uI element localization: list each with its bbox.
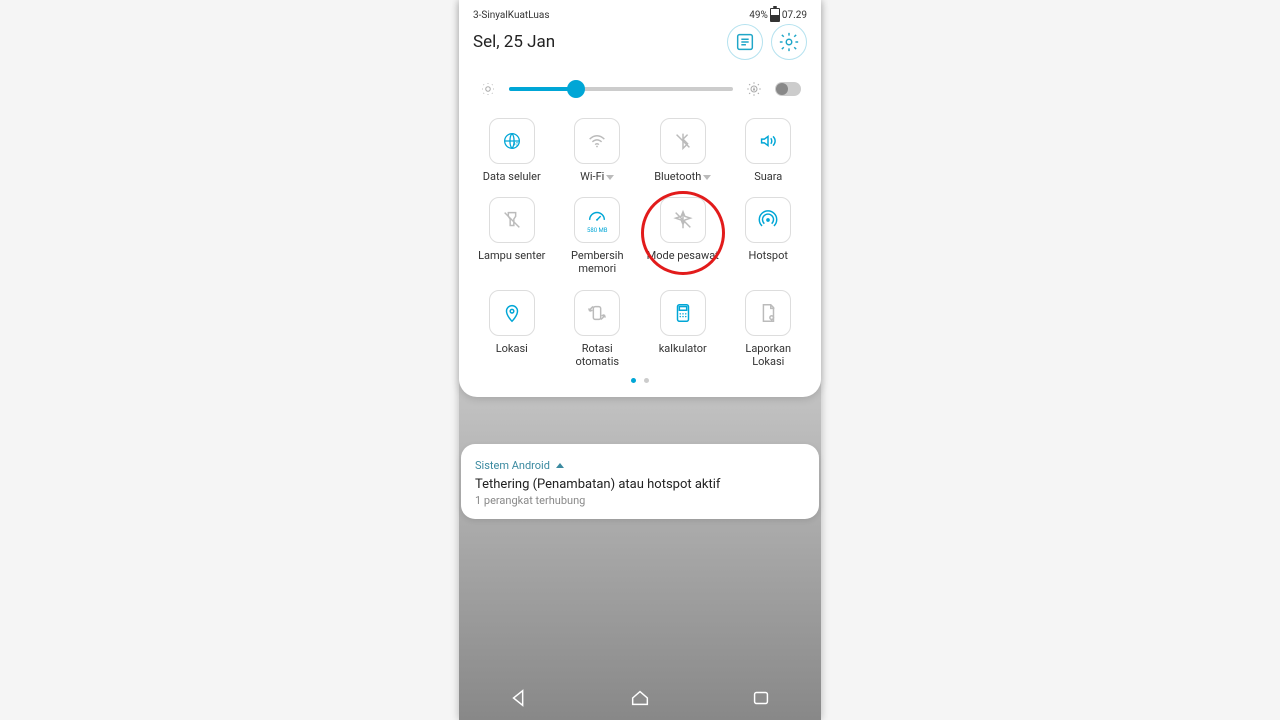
docpin-icon (757, 302, 779, 324)
globe-icon: 4G (501, 130, 523, 152)
recent-icon[interactable] (750, 687, 772, 709)
date-label: Sel, 25 Jan (473, 32, 555, 52)
airplane-icon (672, 209, 694, 231)
tile-button-bluetooth[interactable] (660, 118, 706, 164)
brightness-row (459, 60, 821, 108)
bluetooth-off-icon (672, 130, 694, 152)
status-bar: 3-SinyalKuatLuas 49% 07.29 (459, 6, 821, 22)
tile-label-bluetooth: Bluetooth (654, 170, 711, 183)
tile-sound[interactable]: Suara (726, 118, 812, 183)
settings-button[interactable] (771, 24, 807, 60)
clock: 07.29 (782, 10, 807, 21)
tile-subtext-memclean: 580 MB (587, 227, 608, 234)
chevron-down-icon[interactable] (703, 175, 711, 180)
tile-label-flashlight: Lampu senter (478, 249, 545, 262)
navigation-bar (459, 676, 821, 720)
brightness-slider-thumb[interactable] (567, 80, 585, 98)
gear-icon (778, 31, 800, 53)
battery-percent: 49% (749, 10, 768, 21)
edit-icon (734, 31, 756, 53)
hotspot-icon (757, 209, 779, 231)
tile-button-hotspot[interactable] (745, 197, 791, 243)
tile-airplane[interactable]: Mode pesawat (640, 197, 726, 275)
svg-text:4G: 4G (513, 142, 519, 148)
tile-bluetooth[interactable]: Bluetooth (640, 118, 726, 183)
chevron-down-icon[interactable] (606, 175, 614, 180)
auto-brightness-icon (745, 80, 763, 98)
tile-label-airplane: Mode pesawat (647, 249, 719, 262)
notification-subtitle: 1 perangkat terhubung (475, 494, 805, 507)
tile-button-memclean[interactable]: 580 MB (574, 197, 620, 243)
tile-button-autorotate[interactable] (574, 290, 620, 336)
tile-label-sound: Suara (754, 170, 782, 183)
tile-button-flashlight[interactable] (489, 197, 535, 243)
tile-reportloc[interactable]: Laporkan Lokasi (726, 290, 812, 368)
tile-label-memclean: Pembersih memori (560, 249, 634, 275)
page-dot-1[interactable] (631, 378, 636, 383)
tile-location[interactable]: Lokasi (469, 290, 555, 368)
tile-autorotate[interactable]: Rotasi otomatis (555, 290, 641, 368)
tile-wifi[interactable]: Wi-Fi (555, 118, 641, 183)
tile-button-sound[interactable] (745, 118, 791, 164)
tile-button-mobile-data[interactable]: 4G (489, 118, 535, 164)
tile-calculator[interactable]: kalkulator (640, 290, 726, 368)
flashlight-icon (501, 209, 523, 231)
tile-button-calculator[interactable] (660, 290, 706, 336)
tile-label-wifi: Wi-Fi (580, 170, 614, 183)
notification-title: Tethering (Penambatan) atau hotspot akti… (475, 477, 805, 492)
tile-button-wifi[interactable] (574, 118, 620, 164)
chevron-up-icon[interactable] (556, 463, 564, 468)
auto-brightness-toggle[interactable] (775, 82, 801, 96)
calc-icon (672, 302, 694, 324)
brightness-slider-fill (509, 87, 576, 91)
sound-icon (757, 130, 779, 152)
home-icon[interactable] (629, 687, 651, 709)
notification-card[interactable]: Sistem Android Tethering (Penambatan) at… (461, 444, 819, 519)
rotate-icon (586, 302, 608, 324)
tile-flashlight[interactable]: Lampu senter (469, 197, 555, 275)
gauge-icon (586, 207, 608, 229)
edit-tiles-button[interactable] (727, 24, 763, 60)
battery-icon (770, 8, 780, 22)
tile-label-reportloc: Laporkan Lokasi (731, 342, 805, 368)
tile-label-calculator: kalkulator (659, 342, 707, 355)
brightness-low-icon (479, 80, 497, 98)
notification-app-name: Sistem Android (475, 459, 550, 472)
quick-settings-panel: 3-SinyalKuatLuas 49% 07.29 Sel, 25 Jan (459, 0, 821, 397)
tile-label-location: Lokasi (496, 342, 528, 355)
carrier-label: 3-SinyalKuatLuas (473, 10, 549, 21)
page-indicator (459, 378, 821, 383)
page-dot-2[interactable] (644, 378, 649, 383)
tile-mobile-data[interactable]: 4G Data seluler (469, 118, 555, 183)
tile-label-autorotate: Rotasi otomatis (560, 342, 634, 368)
tile-label-hotspot: Hotspot (749, 249, 788, 262)
wifi-icon (586, 130, 608, 152)
tile-button-location[interactable] (489, 290, 535, 336)
pin-icon (501, 302, 523, 324)
quick-tiles-grid: 4G Data seluler Wi-Fi Bluetooth Suara Lampu s… (459, 108, 821, 368)
tile-memclean[interactable]: 580 MB Pembersih memori (555, 197, 641, 275)
tile-label-mobile-data: Data seluler (483, 170, 541, 183)
tile-button-reportloc[interactable] (745, 290, 791, 336)
brightness-slider[interactable] (509, 87, 733, 91)
tile-hotspot[interactable]: Hotspot (726, 197, 812, 275)
back-icon[interactable] (508, 687, 530, 709)
phone-frame: 3-SinyalKuatLuas 49% 07.29 Sel, 25 Jan (459, 0, 821, 720)
tile-button-airplane[interactable] (660, 197, 706, 243)
